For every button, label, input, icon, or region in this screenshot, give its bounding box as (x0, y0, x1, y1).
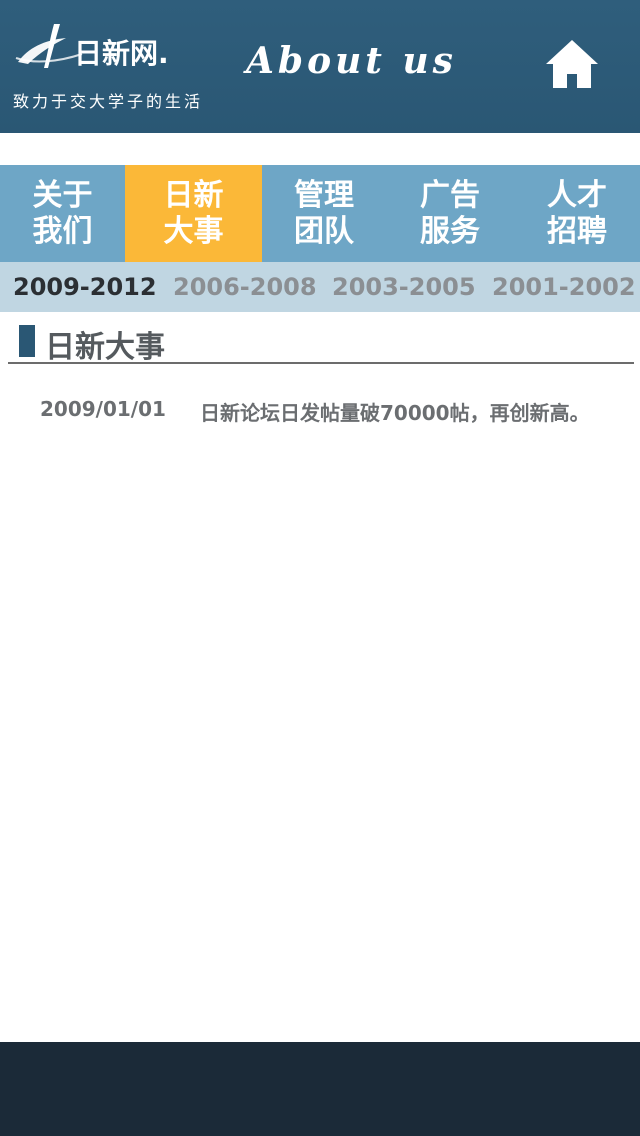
home-button[interactable] (544, 38, 600, 90)
logo[interactable]: 日新网. (14, 18, 194, 74)
logo-text: 日新网. (74, 37, 169, 70)
year-tabs: 2009-2012 2006-2008 2003-2005 2001-2002 (0, 262, 640, 312)
nav-item-management-team[interactable]: 管理 团队 (262, 165, 386, 262)
nav-item-major-events[interactable]: 日新 大事 (125, 165, 262, 262)
page-heading: About us (246, 40, 457, 82)
nav-item-ad-services[interactable]: 广告 服务 (386, 165, 514, 262)
section-marker (19, 325, 35, 357)
home-icon (546, 40, 598, 88)
event-text: 日新论坛日发帖量破70000帖，再创新高。 (200, 401, 590, 425)
app-header: 日新网. 致力于交大学子的生活 About us (0, 0, 640, 133)
year-tab-2009-2012[interactable]: 2009-2012 (13, 262, 157, 312)
nav-item-about-us[interactable]: 关于 我们 (0, 165, 125, 262)
section-title: 日新大事 (45, 330, 165, 365)
event-date: 2009/01/01 (40, 397, 166, 421)
nav-item-recruitment[interactable]: 人才 招聘 (514, 165, 640, 262)
slogan: 致力于交大学子的生活 (13, 92, 204, 111)
event-row: 2009/01/01 日新论坛日发帖量破70000帖，再创新高。 (0, 395, 640, 425)
main-nav: 关于 我们 日新 大事 管理 团队 广告 服务 人才 招聘 (0, 165, 640, 262)
year-tab-2006-2008[interactable]: 2006-2008 (173, 262, 317, 312)
section-divider (8, 362, 634, 364)
footer (0, 1042, 640, 1136)
year-tab-2003-2005[interactable]: 2003-2005 (332, 262, 476, 312)
year-tab-2001-2002[interactable]: 2001-2002 (492, 262, 636, 312)
